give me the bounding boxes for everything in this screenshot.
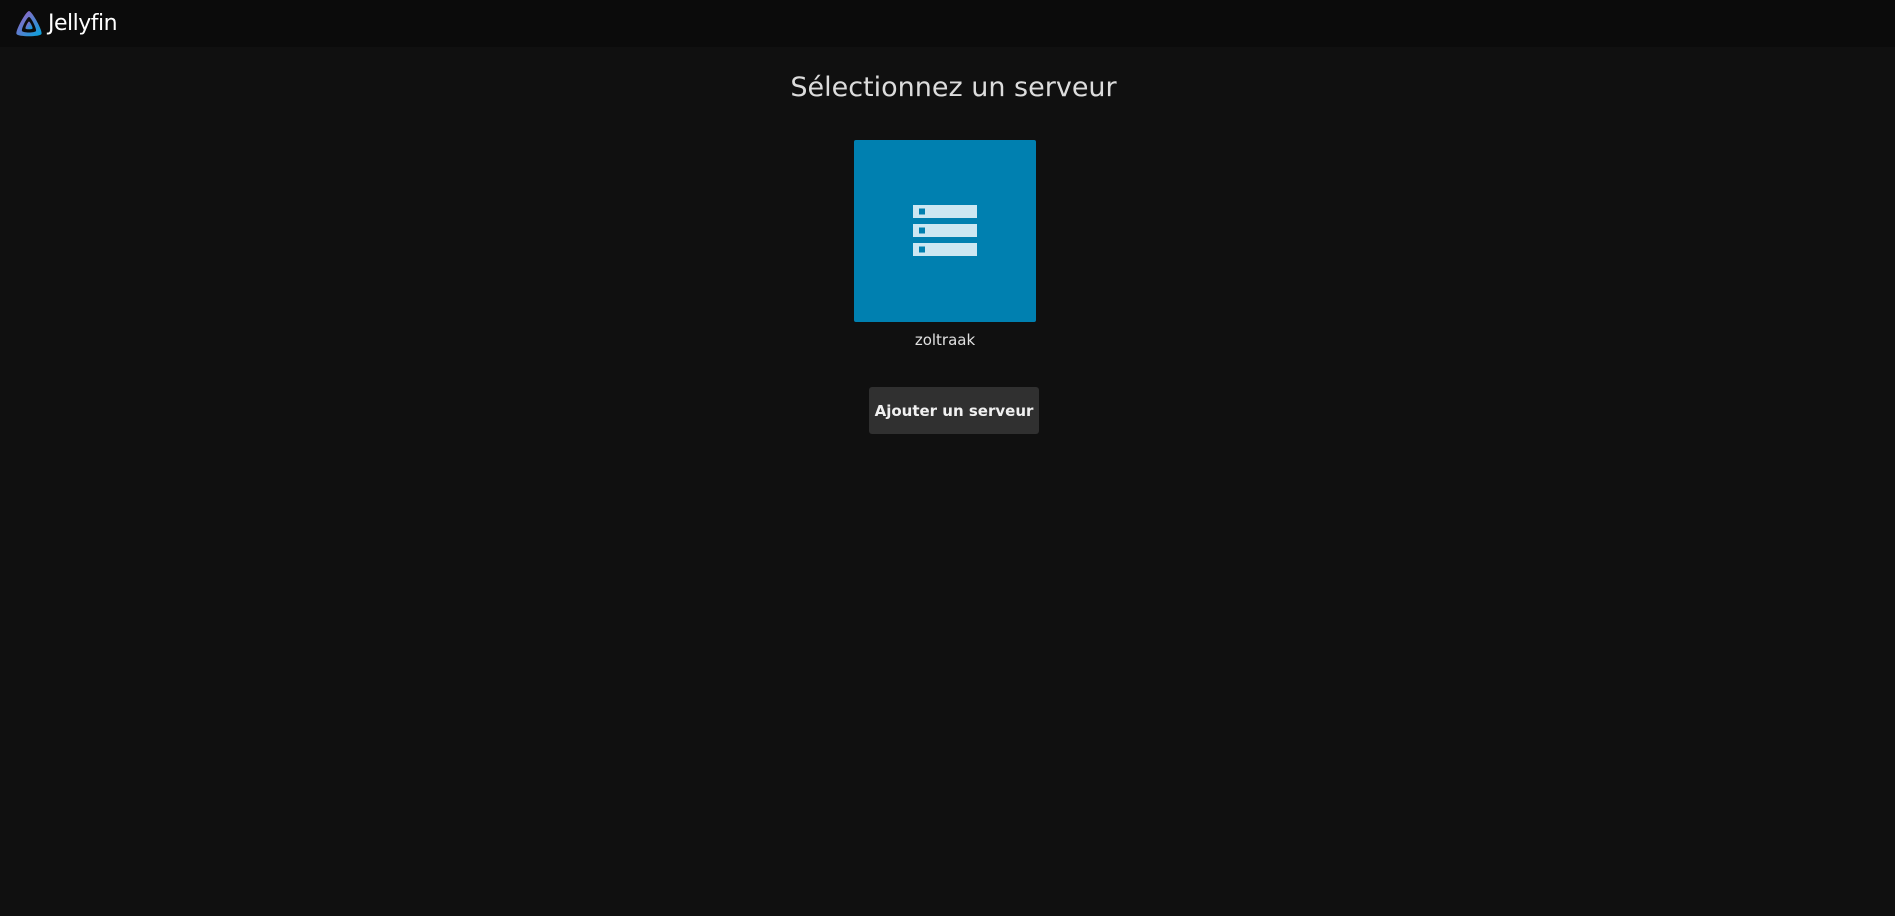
- app-header: Jellyfin: [0, 0, 1895, 47]
- jellyfin-logo[interactable]: Jellyfin: [14, 9, 118, 39]
- page-title: Sélectionnez un serveur: [790, 72, 1117, 103]
- server-icon: [913, 205, 977, 256]
- server-name: zoltraak: [914, 331, 976, 349]
- server-card-image[interactable]: [854, 140, 1036, 322]
- server-card-zoltraak[interactable]: zoltraak: [854, 140, 1036, 349]
- jellyfin-logo-icon: [16, 10, 42, 36]
- logo-text: Jellyfin: [48, 10, 118, 36]
- add-server-button[interactable]: Ajouter un serveur: [869, 387, 1039, 434]
